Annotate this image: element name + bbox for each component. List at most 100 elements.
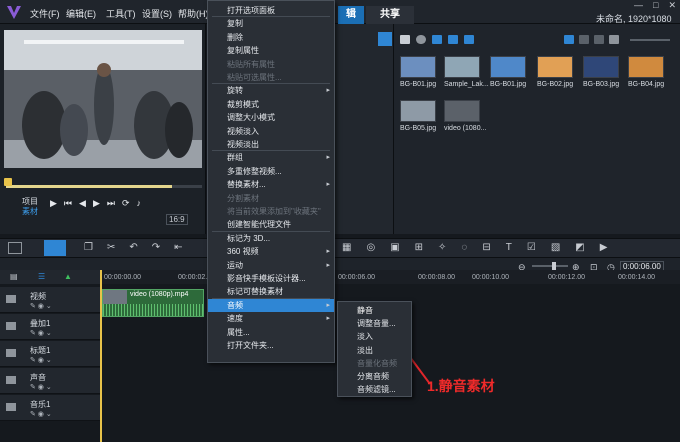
- context-menu-item[interactable]: 视频淡出: [208, 138, 334, 151]
- library-thumbnail[interactable]: [583, 56, 619, 78]
- track-manager-icon[interactable]: ▤: [10, 272, 18, 281]
- zoom-slider-handle[interactable]: [552, 262, 556, 270]
- audio-submenu-item[interactable]: 淡出: [338, 344, 411, 357]
- aspect-ratio-select[interactable]: 16:9: [166, 214, 188, 225]
- context-menu-item[interactable]: 旋转 ▸: [208, 84, 334, 97]
- folder-icon[interactable]: [400, 35, 410, 44]
- menu-tools[interactable]: 工具(T): [106, 7, 136, 20]
- mask-icon[interactable]: ◌: [461, 242, 467, 253]
- audio-submenu-item[interactable]: 音频滤镜...: [338, 383, 411, 396]
- track-controls-icon[interactable]: ✎ ◉ ⌄: [30, 410, 52, 418]
- context-menu-item[interactable]: 创建智能代理文件: [208, 218, 334, 231]
- context-menu-item[interactable]: 打开文件夹...: [208, 339, 334, 352]
- audio-filter-icon[interactable]: [464, 35, 474, 44]
- menu-edit[interactable]: 编辑(E): [66, 7, 96, 20]
- render-icon[interactable]: ▶: [600, 242, 608, 253]
- context-menu-item[interactable]: 替换素材... ▸: [208, 178, 334, 191]
- image-filter-icon[interactable]: [448, 35, 458, 44]
- track-header[interactable]: 视频 ✎ ◉ ⌄: [0, 287, 100, 313]
- tab-edit[interactable]: 辑: [338, 6, 364, 24]
- context-menu-item[interactable]: 删除: [208, 31, 334, 44]
- menu-settings[interactable]: 设置(S): [142, 7, 172, 20]
- context-menu-item[interactable]: 标记可替换素材: [208, 285, 334, 298]
- prev-icon[interactable]: ⏮: [64, 198, 72, 209]
- fit-icon[interactable]: ⇤: [174, 242, 182, 253]
- context-menu-item[interactable]: 调整大小模式: [208, 111, 334, 124]
- next-icon[interactable]: ⏭: [107, 198, 115, 209]
- redo-icon[interactable]: ↷: [152, 242, 160, 253]
- context-menu-item[interactable]: 360 视频 ▸: [208, 245, 334, 258]
- audio-submenu-item[interactable]: 调整音量...: [338, 317, 411, 330]
- stabilize-icon[interactable]: ☑: [527, 242, 536, 253]
- context-menu-item[interactable]: 标记为 3D...: [208, 232, 334, 245]
- repeat-icon[interactable]: ⟳: [122, 198, 130, 209]
- context-menu-item[interactable]: 复制属性: [208, 44, 334, 57]
- list-view-icon[interactable]: [564, 35, 574, 44]
- record-icon[interactable]: [416, 35, 426, 44]
- track-expand-icon[interactable]: ▲: [64, 272, 72, 281]
- tab-share[interactable]: 共享: [366, 6, 414, 24]
- context-menu-item[interactable]: 复制: [208, 17, 334, 30]
- library-thumbnail[interactable]: [490, 56, 526, 78]
- detail-view-icon[interactable]: [594, 35, 604, 44]
- play-icon[interactable]: ▶: [50, 198, 57, 209]
- motion-icon[interactable]: ▦: [342, 242, 351, 253]
- playhead[interactable]: [100, 270, 102, 442]
- library-thumbnail[interactable]: [444, 56, 480, 78]
- mix-icon[interactable]: ◎: [366, 242, 375, 253]
- track-controls-icon[interactable]: ✎ ◉ ⌄: [30, 302, 52, 310]
- library-corner-icon[interactable]: [378, 32, 392, 46]
- track-controls-icon[interactable]: ✎ ◉ ⌄: [30, 383, 52, 391]
- undo-icon[interactable]: ↶: [129, 242, 137, 253]
- context-menu-item[interactable]: 裁剪模式: [208, 98, 334, 111]
- menu-file[interactable]: 文件(F): [30, 7, 60, 20]
- context-menu-item[interactable]: 多重修整视频...: [208, 165, 334, 178]
- context-menu-item[interactable]: 影音快手模板设计器...: [208, 272, 334, 285]
- thumbnail-size-slider[interactable]: [630, 39, 670, 41]
- grid-view-icon[interactable]: [579, 35, 589, 44]
- transition-icon[interactable]: ▧: [551, 242, 560, 253]
- track-controls-icon[interactable]: ✎ ◉ ⌄: [30, 329, 52, 337]
- track-header[interactable]: 标题1 ✎ ◉ ⌄: [0, 341, 100, 367]
- color-icon[interactable]: ⊟: [482, 242, 490, 253]
- minimize-icon[interactable]: —: [634, 0, 643, 10]
- track-header[interactable]: 叠加1 ✎ ◉ ⌄: [0, 314, 100, 340]
- close-icon[interactable]: ✕: [668, 0, 676, 10]
- copy-icon[interactable]: ❐: [84, 242, 93, 253]
- sort-icon[interactable]: [609, 35, 619, 44]
- path-icon[interactable]: ✧: [438, 242, 446, 253]
- clip-mode-label[interactable]: 素材: [22, 206, 38, 217]
- text-tool-icon[interactable]: T: [506, 242, 512, 253]
- audio-submenu-item[interactable]: 淡入: [338, 330, 411, 343]
- library-thumbnail[interactable]: [444, 100, 480, 122]
- library-thumbnail[interactable]: [400, 56, 436, 78]
- crop-icon[interactable]: ◩: [575, 242, 584, 253]
- audio-submenu-item[interactable]: 分离音频: [338, 370, 411, 383]
- title-tool-icon[interactable]: ▣: [390, 242, 399, 253]
- track-header[interactable]: 音乐1 ✎ ◉ ⌄: [0, 395, 100, 421]
- context-menu-item[interactable]: 属性...: [208, 326, 334, 339]
- context-menu-item[interactable]: 打开选项面板: [208, 4, 334, 17]
- track-controls-icon[interactable]: ✎ ◉ ⌄: [30, 356, 52, 364]
- menu-help[interactable]: 帮助(H): [178, 7, 209, 20]
- context-menu-item[interactable]: 音频 ▸: [208, 298, 334, 312]
- library-thumbnail[interactable]: [400, 100, 436, 122]
- split-screen-icon[interactable]: ⊞: [415, 242, 423, 253]
- track-list-icon[interactable]: ☰: [38, 272, 45, 281]
- track-header[interactable]: 声音 ✎ ◉ ⌄: [0, 368, 100, 394]
- context-menu-item[interactable]: 速度 ▸: [208, 312, 334, 325]
- video-filter-icon[interactable]: [432, 35, 442, 44]
- step-forward-icon[interactable]: ▶: [93, 198, 100, 209]
- step-back-icon[interactable]: ◀: [79, 198, 86, 209]
- storyboard-view-icon[interactable]: [8, 242, 22, 254]
- cut-icon[interactable]: ✂: [107, 242, 115, 253]
- context-menu-item[interactable]: 视频淡入: [208, 125, 334, 138]
- maximize-icon[interactable]: □: [653, 0, 658, 10]
- library-thumbnail[interactable]: [537, 56, 573, 78]
- zoom-slider[interactable]: [532, 265, 568, 267]
- library-thumbnail[interactable]: [628, 56, 664, 78]
- audio-submenu-item[interactable]: 静音: [338, 304, 411, 317]
- context-menu-item[interactable]: 群组 ▸: [208, 151, 334, 164]
- volume-icon[interactable]: ♪: [137, 198, 142, 209]
- scrubber-handle[interactable]: [4, 178, 12, 186]
